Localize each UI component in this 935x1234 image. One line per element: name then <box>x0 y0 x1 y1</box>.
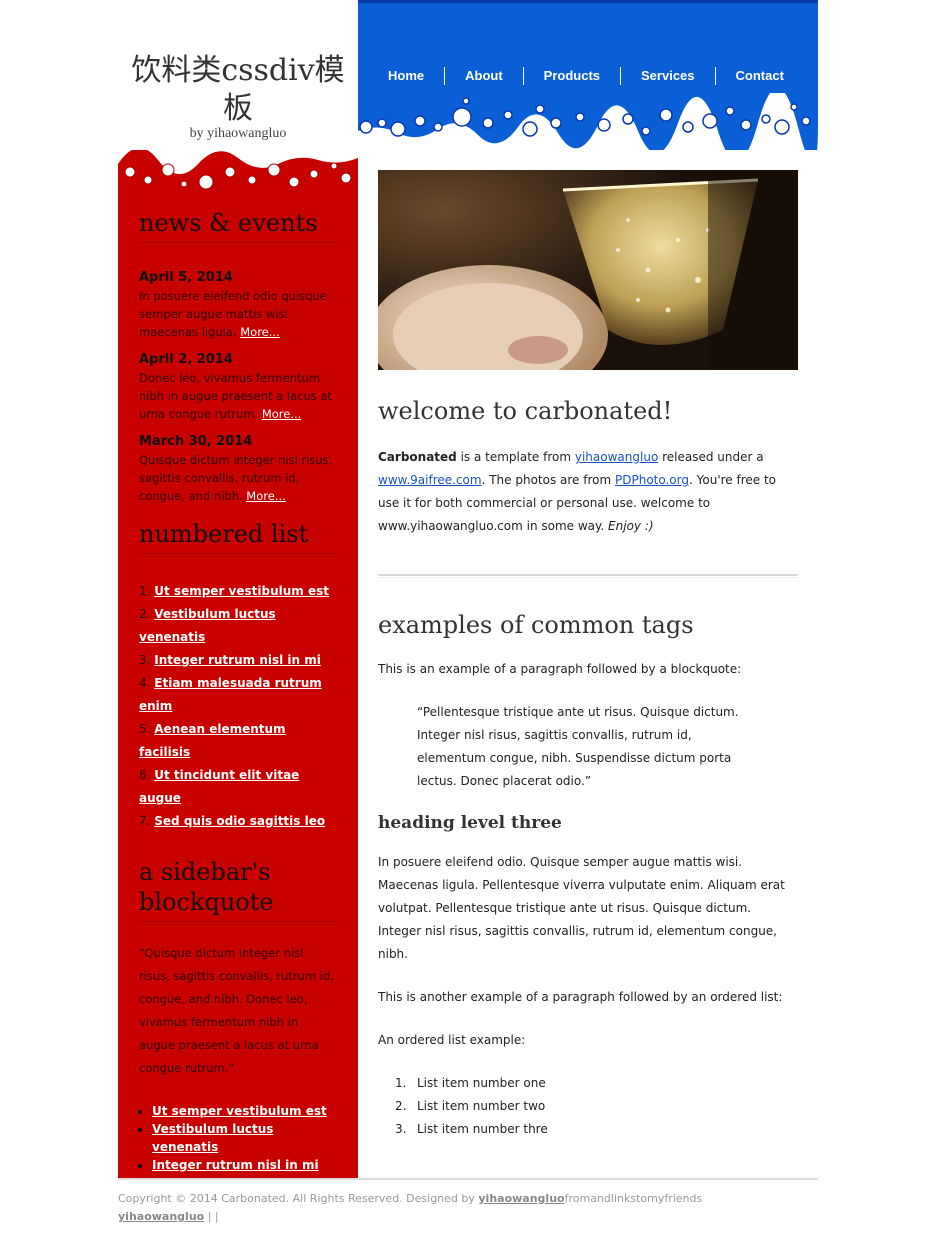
numbered-link[interactable]: Etiam malesuada rutrum enim <box>139 676 322 713</box>
bullet-link[interactable]: Ut semper vestibulum est <box>152 1104 327 1118</box>
nav-item-products[interactable]: Products <box>524 67 622 85</box>
bullet-list: Ut semper vestibulum est Vestibulum luct… <box>139 1102 337 1174</box>
intro-text: is a template from <box>456 450 575 464</box>
numbered-link[interactable]: Ut tincidunt elit vitae augue <box>139 768 299 805</box>
numbered-link[interactable]: Vestibulum luctus venenatis <box>139 607 276 644</box>
top-navigation: Home About Products Services Contact <box>358 0 818 150</box>
license-link[interactable]: www.9aifree.com <box>378 473 482 487</box>
page-wrapper: 饮料类cssdiv模板 by yihaowangluo Home About P… <box>118 0 818 1234</box>
intro-paragraph: Carbonated is a template from yihaowangl… <box>378 446 798 538</box>
footer-link[interactable]: yihaowangluo <box>118 1210 204 1223</box>
news-item: April 5, 2014 In posuere eleifend odio q… <box>139 269 337 341</box>
welcome-heading: welcome to carbonated! <box>378 397 673 425</box>
list-item: Vestibulum luctus venenatis <box>152 1120 337 1156</box>
photo-source-link[interactable]: PDPhoto.org <box>615 473 689 487</box>
footer: Copyright © 2014 Carbonated. All Rights … <box>118 1178 818 1226</box>
intro-text: . The photos are from <box>481 473 615 487</box>
news-date: April 2, 2014 <box>139 352 233 367</box>
nav-item-about[interactable]: About <box>445 67 524 85</box>
section-divider <box>378 574 798 578</box>
news-summary: In posuere eleifend odio quisque semper … <box>139 289 327 339</box>
list-item: 3. Integer rutrum nisl in mi <box>139 653 321 667</box>
ordered-list: 1. List item number one 2. List item numbe… <box>378 1072 798 1141</box>
nav-item-home[interactable]: Home <box>368 67 446 85</box>
nav-menu: Home About Products Services Contact <box>368 67 804 85</box>
news-more-link[interactable]: More... <box>240 325 279 339</box>
sidebar: news & events April 5, 2014 In posuere e… <box>118 150 358 1178</box>
list-item: 7. Sed quis odio sagittis leo <box>139 814 326 828</box>
numbered-link[interactable]: Aenean elementum facilisis <box>139 722 286 759</box>
paragraph: This is another example of a paragraph f… <box>378 990 783 1004</box>
list-item: Ut semper vestibulum est <box>152 1102 337 1120</box>
sidebar-quote-heading: a sidebar's blockquote <box>139 857 337 922</box>
list-item: 1. List item number one <box>395 1072 798 1095</box>
hero-image <box>378 170 798 370</box>
list-item: 6. Ut tincidunt elit vitae augue <box>139 768 300 805</box>
list-item: 2. Vestibulum luctus venenatis <box>139 607 276 644</box>
paragraph: This is an example of a paragraph follow… <box>378 662 742 676</box>
list-item: 1. Ut semper vestibulum est <box>139 584 329 598</box>
site-logo: 饮料类cssdiv模板 by yihaowangluo <box>118 0 358 150</box>
list-item: Integer rutrum nisl in mi <box>152 1156 337 1174</box>
news-item: March 30, 2014 Quisque dictum integer ni… <box>139 433 337 505</box>
list-item: 2. List item number two <box>395 1095 798 1118</box>
footer-text: Copyright © 2014 Carbonated. All Rights … <box>118 1190 818 1208</box>
numbered-link[interactable]: Integer rutrum nisl in mi <box>154 653 321 667</box>
news-summary: Donec leo, vivamus fermentum nibh in aug… <box>139 371 332 421</box>
examples-heading: examples of common tags <box>378 611 694 639</box>
news-heading: news & events <box>139 208 337 243</box>
news-date: April 5, 2014 <box>139 270 233 285</box>
site-title: 饮料类cssdiv模板 <box>131 53 345 126</box>
intro-text: released under a <box>658 450 764 464</box>
news-summary: Quisque dictum integer nisl risus, sagit… <box>139 453 333 503</box>
list-item: 5. Aenean elementum facilisis <box>139 722 286 759</box>
heading-level-three: heading level three <box>378 813 562 833</box>
list-item: 3. List item number thre <box>395 1118 798 1141</box>
list-number: 2. <box>395 1099 407 1113</box>
list-item-text: List item number two <box>417 1099 546 1113</box>
brand-name: Carbonated <box>378 450 457 464</box>
news-item: April 2, 2014 Donec leo, vivamus ferment… <box>139 351 337 423</box>
paragraph: In posuere eleifend odio. Quisque semper… <box>378 855 785 961</box>
bullet-link[interactable]: Integer rutrum nisl in mi <box>152 1158 319 1172</box>
list-number: 1. <box>395 1076 407 1090</box>
list-item: 4. Etiam malesuada rutrum enim <box>139 676 322 713</box>
blockquote: “Pellentesque tristique ante ut risus. Q… <box>417 705 739 788</box>
news-more-link[interactable]: More... <box>246 489 285 503</box>
numbered-link[interactable]: Ut semper vestibulum est <box>154 584 329 598</box>
main-content: welcome to carbonated! Carbonated is a t… <box>378 170 798 1141</box>
list-number: 3. <box>395 1122 407 1136</box>
nav-item-services[interactable]: Services <box>621 67 716 85</box>
news-more-link[interactable]: More... <box>262 407 301 421</box>
news-text: Quisque dictum integer nisl risus, sagit… <box>139 451 337 505</box>
enjoy-text: Enjoy :) <box>608 519 654 533</box>
footer-separators: | | <box>204 1210 219 1223</box>
author-link[interactable]: yihaowangluo <box>575 450 658 464</box>
numbered-list: 1. Ut semper vestibulum est 2. Vestibulu… <box>139 580 337 833</box>
news-date: March 30, 2014 <box>139 434 253 449</box>
news-text: In posuere eleifend odio quisque semper … <box>139 287 337 341</box>
bullet-link[interactable]: Vestibulum luctus venenatis <box>152 1122 273 1154</box>
numbered-list-heading: numbered list <box>139 519 337 554</box>
copyright-text: Copyright © 2014 Carbonated. All Rights … <box>118 1192 479 1205</box>
numbered-link[interactable]: Sed quis odio sagittis leo <box>154 814 325 828</box>
sidebar-blockquote: “Quisque dictum integer nisl risus, sagi… <box>139 946 334 1075</box>
list-item-text: List item number one <box>417 1076 546 1090</box>
paragraph: An ordered list example: <box>378 1033 526 1047</box>
footer-links: yihaowangluo | | <box>118 1208 818 1226</box>
designer-link[interactable]: yihaowangluo <box>478 1192 564 1205</box>
bubbles-decoration <box>358 93 818 150</box>
sidebar-bubbles-decoration <box>118 150 358 190</box>
news-text: Donec leo, vivamus fermentum nibh in aug… <box>139 369 337 423</box>
footer-trailing-text: fromandlinkstomyfriends <box>564 1192 703 1205</box>
nav-item-contact[interactable]: Contact <box>716 67 804 85</box>
site-subtitle: by yihaowangluo <box>189 126 287 141</box>
list-item-text: List item number thre <box>417 1122 548 1136</box>
